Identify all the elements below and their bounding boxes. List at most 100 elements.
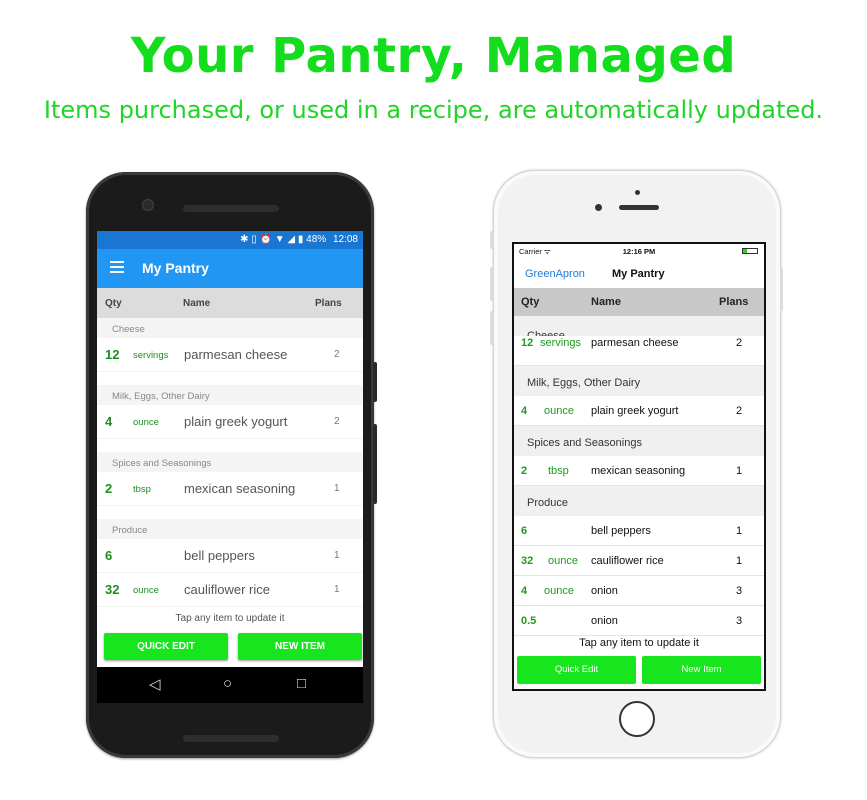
status-bar: ✱ ▯ ⏰ ▼ ◢ ▮ 48% 12:08 [97, 231, 363, 249]
item-name: plain greek yogurt [591, 405, 679, 417]
section-header: Cheese [97, 318, 363, 339]
tap-hint: Tap any item to update it [175, 613, 285, 624]
quick-edit-button[interactable]: Quick Edit [517, 656, 636, 684]
list-item[interactable]: 2 tbsp mexican seasoning 1 [514, 456, 764, 486]
item-name: plain greek yogurt [184, 414, 288, 429]
item-name: mexican seasoning [591, 465, 686, 477]
home-icon[interactable]: ○ [223, 675, 232, 692]
item-plans: 1 [736, 525, 743, 537]
table-header: Qty Name Plans [514, 288, 764, 316]
item-qty: 0.5 [521, 615, 537, 627]
list-item[interactable]: 32 ounce cauliflower rice 1 [97, 573, 363, 607]
item-name: bell peppers [184, 548, 255, 563]
section-header: Produce [514, 486, 764, 516]
page-title: My Pantry [142, 260, 209, 276]
earpiece-speaker [183, 205, 279, 212]
ios-screen: Carrier ᯤ 12:16 PM GreenApron My Pantry … [512, 242, 766, 691]
page-title: My Pantry [612, 268, 665, 280]
item-qty: 12 [521, 337, 534, 349]
item-plans: 2 [736, 405, 743, 417]
app-bar: My Pantry [97, 249, 363, 288]
iphone: Carrier ᯤ 12:16 PM GreenApron My Pantry … [490, 170, 783, 758]
proximity-sensor [635, 190, 640, 195]
item-plans: 3 [736, 615, 743, 627]
item-unit: ounce [544, 405, 574, 417]
list-item[interactable]: 6 bell peppers 1 [97, 539, 363, 573]
subline: Items purchased, or used in a recipe, ar… [43, 96, 824, 124]
front-camera [142, 199, 154, 211]
volume-down-button [490, 311, 493, 345]
quick-edit-button[interactable]: QUICK EDIT [104, 633, 228, 660]
back-link[interactable]: GreenApron [525, 268, 585, 280]
earpiece-speaker [619, 205, 659, 210]
list-item[interactable]: 2 tbsp mexican seasoning 1 [97, 472, 363, 506]
tap-hint: Tap any item to update it [579, 637, 699, 649]
bottom-speaker [183, 735, 279, 742]
status-time: 12:16 PM [622, 247, 656, 256]
item-plans: 2 [736, 337, 743, 349]
section-header: Milk, Eggs, Other Dairy [97, 385, 363, 406]
header-name: Name [591, 296, 621, 308]
item-name: onion [591, 585, 618, 597]
hamburger-menu-icon[interactable] [110, 261, 124, 273]
power-button [373, 424, 377, 504]
battery-icon [742, 248, 758, 254]
item-name: bell peppers [591, 525, 651, 537]
item-qty: 6 [105, 548, 113, 563]
item-name: onion [591, 615, 618, 627]
item-name: parmesan cheese [184, 347, 288, 362]
recents-icon[interactable]: □ [297, 675, 306, 692]
headline: Your Pantry, Managed [130, 28, 737, 84]
header-name: Name [183, 298, 211, 309]
power-button [780, 267, 783, 311]
item-qty: 6 [521, 525, 528, 537]
navigation-bar: ◁ ○ □ [97, 667, 363, 703]
item-plans: 1 [334, 584, 340, 595]
item-unit: ounce [548, 555, 578, 567]
item-plans: 2 [334, 349, 340, 360]
item-unit: tbsp [133, 484, 151, 495]
item-qty: 2 [105, 481, 113, 496]
item-qty: 32 [105, 582, 120, 597]
item-plans: 3 [736, 585, 743, 597]
mute-switch [490, 231, 493, 249]
item-plans: 1 [736, 465, 743, 477]
item-unit: servings [133, 350, 169, 361]
volume-up-button [490, 267, 493, 301]
item-plans: 1 [334, 483, 340, 494]
home-button[interactable] [619, 701, 655, 737]
header-qty: Qty [105, 298, 122, 309]
item-unit: servings [540, 337, 581, 349]
list-item[interactable]: 32 ounce cauliflower rice 1 [514, 546, 764, 576]
item-unit: ounce [544, 585, 574, 597]
item-plans: 1 [334, 550, 340, 561]
front-camera [595, 204, 602, 211]
list-item[interactable]: 12 servings parmesan cheese 2 [514, 336, 764, 366]
item-plans: 1 [736, 555, 743, 567]
table-header: Qty Name Plans [97, 288, 363, 318]
list-item[interactable]: 12 servings parmesan cheese 2 [97, 338, 363, 372]
section-header: Produce [97, 519, 363, 540]
list-item[interactable]: 4 ounce onion 3 [514, 576, 764, 606]
status-bar: Carrier ᯤ 12:16 PM [514, 244, 764, 258]
new-item-button[interactable]: NEW ITEM [238, 633, 362, 660]
item-qty: 32 [521, 555, 534, 567]
item-plans: 2 [334, 416, 340, 427]
list-item[interactable]: 6 bell peppers 1 [514, 516, 764, 546]
back-icon[interactable]: ◁ [149, 675, 161, 693]
item-unit: ounce [133, 585, 159, 596]
list-item[interactable]: 4 ounce plain greek yogurt 2 [97, 405, 363, 439]
volume-button [373, 362, 377, 402]
list-item[interactable]: 0.5 onion 3 [514, 606, 764, 636]
new-item-button[interactable]: New Item [642, 656, 761, 684]
status-time: 12:08 [332, 234, 358, 245]
item-unit: ounce [133, 417, 159, 428]
item-name: parmesan cheese [591, 337, 679, 349]
item-qty: 4 [105, 414, 113, 429]
item-qty: 12 [105, 347, 120, 362]
item-qty: 2 [521, 465, 528, 477]
header-plans: Plans [315, 298, 342, 309]
item-name: cauliflower rice [591, 555, 664, 567]
section-header: Spices and Seasonings [97, 452, 363, 473]
list-item[interactable]: 4 ounce plain greek yogurt 2 [514, 396, 764, 426]
